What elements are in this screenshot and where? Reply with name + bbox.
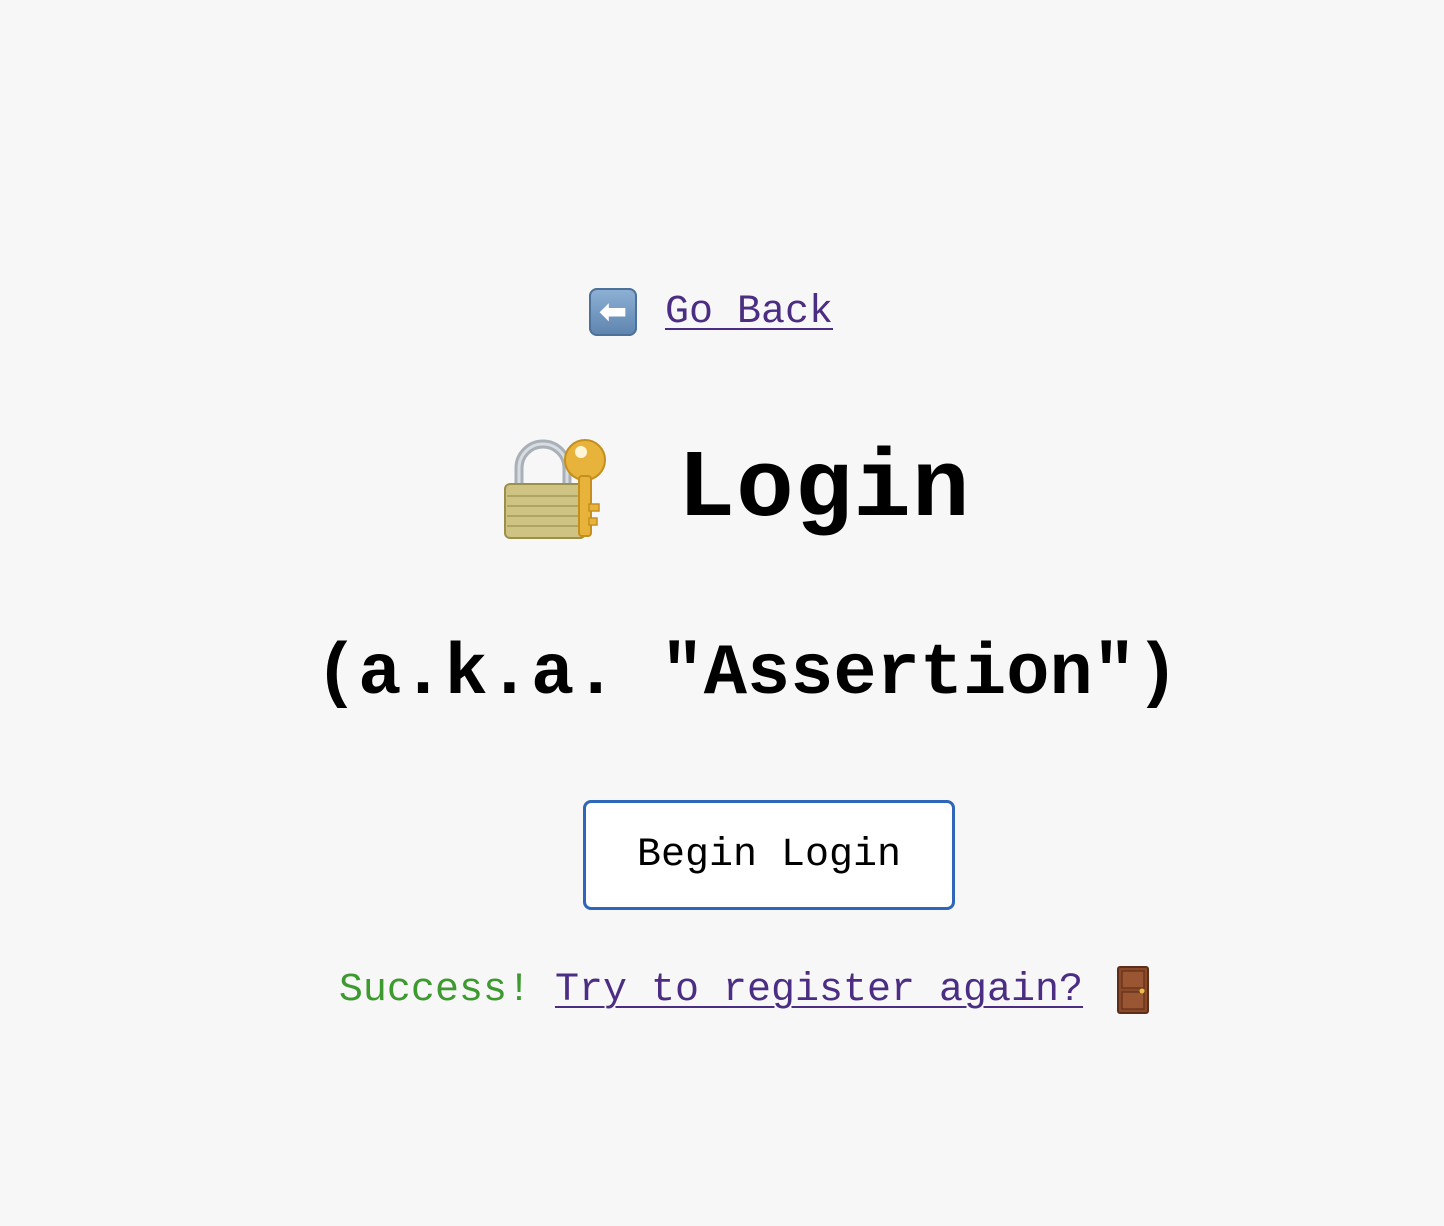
status-message: Success! Try to register again?	[0, 962, 1444, 1018]
locked-with-key-icon	[504, 439, 607, 539]
page-title: Login	[677, 435, 971, 544]
title-row: Login	[0, 434, 1444, 546]
success-text: Success!	[338, 967, 555, 1013]
register-again-link[interactable]: Try to register again?	[555, 968, 1083, 1013]
go-back-link[interactable]: Go Back	[665, 290, 833, 335]
door-icon	[1117, 966, 1150, 1014]
button-container: Begin Login	[0, 800, 1444, 910]
back-arrow-icon[interactable]: ⬅	[588, 288, 637, 336]
page: ⬅ Go Back Login (a.k.a. "Assertion") Beg…	[0, 0, 1444, 1226]
back-navigation: ⬅ Go Back	[0, 286, 1444, 338]
page-subtitle: (a.k.a. "Assertion")	[314, 633, 1180, 715]
begin-login-button[interactable]: Begin Login	[583, 800, 955, 910]
